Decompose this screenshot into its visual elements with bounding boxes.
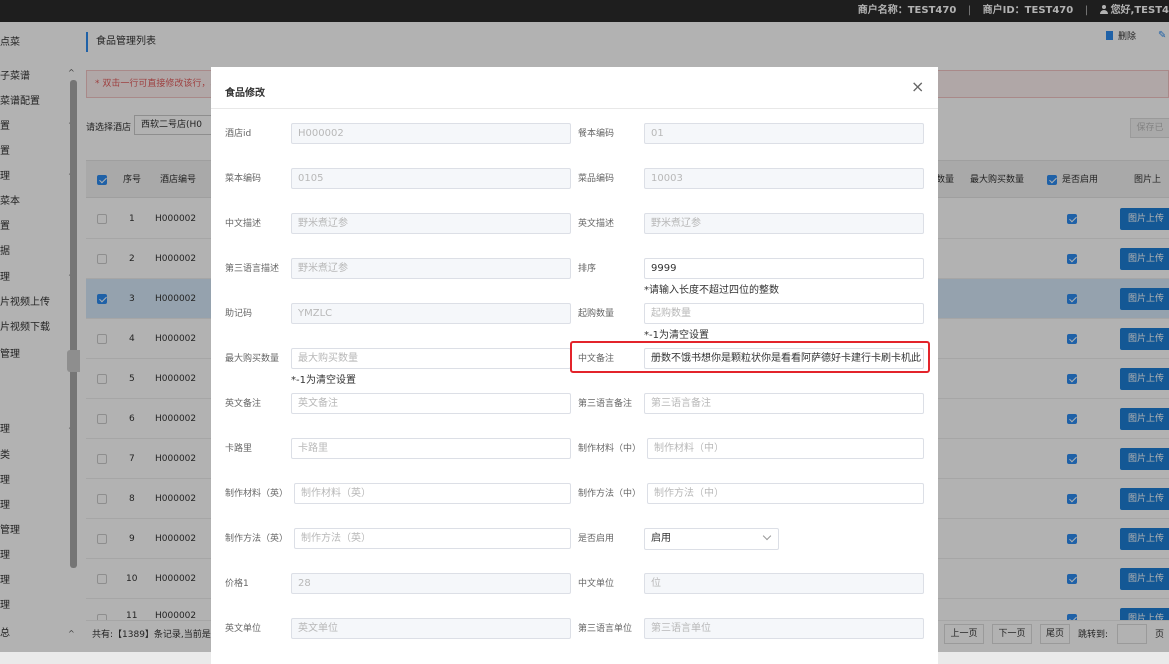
en-note-label: 英文备注 [225, 399, 262, 409]
cn-unit-label: 中文单位 [578, 579, 615, 589]
meal-code-field[interactable]: 01 [644, 123, 924, 144]
sort-hint: *请输入长度不超过四位的整数 [644, 285, 779, 296]
third-note-input[interactable]: 第三语言备注 [644, 393, 924, 414]
dish-code-label: 菜品编码 [578, 174, 615, 184]
dialog-divider [211, 108, 938, 109]
chevron-down-icon [762, 531, 772, 541]
method-en-label: 制作方法（英） [225, 534, 289, 544]
third-desc-field[interactable]: 野米煮辽参 [291, 258, 571, 279]
material-en-input[interactable]: 制作材料（英） [294, 483, 571, 504]
enabled-select[interactable]: 启用 [644, 528, 779, 550]
material-cn-input[interactable]: 制作材料（中） [647, 438, 924, 459]
dialog-title: 食品修改 [225, 88, 265, 99]
max-qty-input[interactable]: 最大购买数量 [291, 348, 571, 369]
method-cn-label: 制作方法（中） [578, 489, 642, 499]
edit-food-dialog: 食品修改 × 酒店id H000002 餐本编码 01 菜本编码 0105 菜品… [211, 67, 938, 664]
cn-note-input[interactable]: 册数不饿书想你是颗粒状你是看看阿萨德好卡建行卡刷卡机此 [644, 348, 924, 369]
en-unit-label: 英文单位 [225, 624, 262, 634]
third-unit-label: 第三语言单位 [578, 624, 633, 634]
mnemonic-field[interactable]: YMZLC [291, 303, 571, 324]
price1-label: 价格1 [225, 579, 249, 589]
cn-desc-field[interactable]: 野米煮辽参 [291, 213, 571, 234]
min-qty-label: 起购数量 [578, 309, 615, 319]
en-note-input[interactable]: 英文备注 [291, 393, 571, 414]
meal-code-label: 餐本编码 [578, 129, 615, 139]
cn-desc-label: 中文描述 [225, 219, 262, 229]
material-cn-label: 制作材料（中） [578, 444, 642, 454]
hotel-id-label: 酒店id [225, 129, 252, 139]
sort-input[interactable]: 9999 [644, 258, 924, 279]
third-note-label: 第三语言备注 [578, 399, 633, 409]
third-unit-field[interactable]: 第三语言单位 [644, 618, 924, 639]
third-desc-label: 第三语言描述 [225, 264, 280, 274]
calories-label: 卡路里 [225, 444, 253, 454]
price1-field[interactable]: 28 [291, 573, 571, 594]
min-qty-hint: *-1为清空设置 [644, 330, 709, 341]
method-en-input[interactable]: 制作方法（英） [294, 528, 571, 549]
hotel-id-field[interactable]: H000002 [291, 123, 571, 144]
en-desc-field[interactable]: 野米煮辽参 [644, 213, 924, 234]
cn-note-label: 中文备注 [578, 354, 615, 364]
menu-code-label: 菜本编码 [225, 174, 262, 184]
menu-code-field[interactable]: 0105 [291, 168, 571, 189]
en-desc-label: 英文描述 [578, 219, 615, 229]
enabled-select-value: 启用 [651, 533, 671, 544]
min-qty-input[interactable]: 起购数量 [644, 303, 924, 324]
material-en-label: 制作材料（英） [225, 489, 289, 499]
max-qty-hint: *-1为清空设置 [291, 375, 356, 386]
cn-unit-field[interactable]: 位 [644, 573, 924, 594]
sort-label: 排序 [578, 264, 597, 274]
enabled-label: 是否启用 [578, 534, 615, 544]
mnemonic-label: 助记码 [225, 309, 253, 319]
close-icon[interactable]: × [911, 79, 924, 95]
max-qty-label: 最大购买数量 [225, 354, 280, 364]
method-cn-input[interactable]: 制作方法（中） [647, 483, 924, 504]
dish-code-field[interactable]: 10003 [644, 168, 924, 189]
calories-input[interactable]: 卡路里 [291, 438, 571, 459]
en-unit-field[interactable]: 英文单位 [291, 618, 571, 639]
